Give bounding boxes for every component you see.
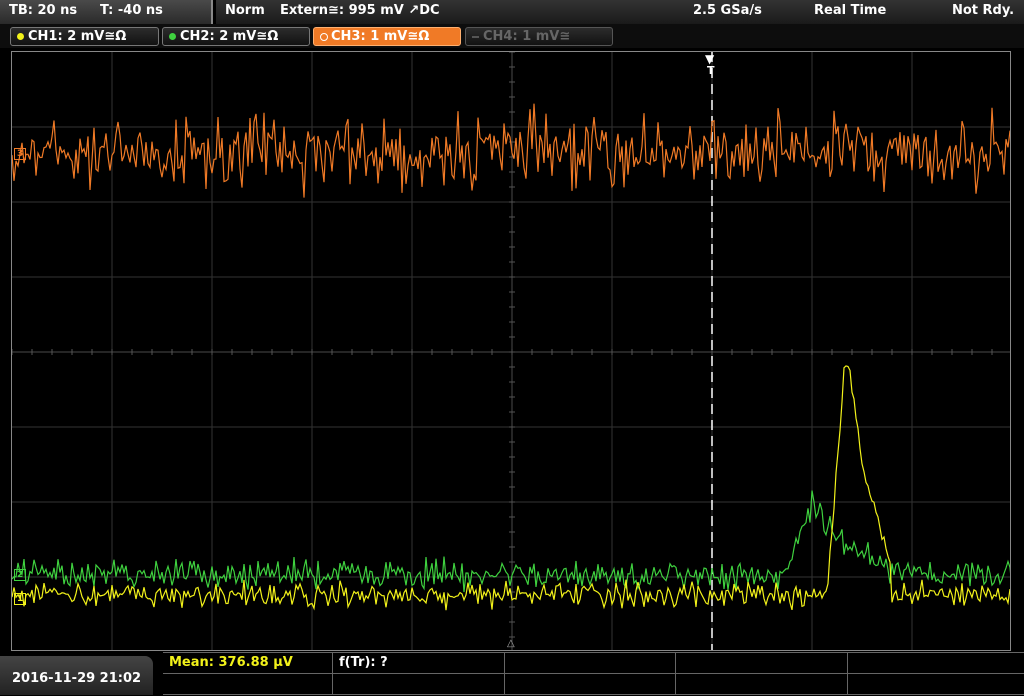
waveform-display[interactable]: ▼ T 3 2 1 △ — [11, 51, 1011, 651]
channel-4-label: CH4: 1 mV≅ — [483, 29, 571, 44]
date-time: 2016-11-29 21:02 — [12, 671, 142, 686]
trigger-marker-label: T — [707, 64, 715, 77]
waveform-canvas — [12, 52, 1010, 650]
channel-3-indicator-icon — [320, 33, 328, 41]
mean-measurement: Mean: 376.88 µV — [169, 655, 293, 670]
channel-1-offset-marker[interactable]: 1 — [14, 593, 27, 605]
sample-rate: 2.5 GSa/s — [693, 3, 762, 18]
channel-1-button[interactable]: CH1: 2 mV≅Ω — [10, 27, 159, 46]
trigger-mode: Norm — [225, 3, 265, 18]
measurement-cell-ftr[interactable]: f(Tr): ? — [333, 653, 505, 674]
channel-1-indicator-icon — [17, 33, 24, 40]
channel-2-offset-marker[interactable]: 2 — [14, 569, 27, 581]
trigger-time-label: T: -40 ns — [100, 3, 163, 18]
channel-2-indicator-icon — [169, 33, 176, 40]
measurement-cell-mean[interactable]: Mean: 376.88 µV — [163, 653, 333, 674]
measurement-cell-5[interactable] — [848, 653, 1024, 674]
date-time-box: 2016-11-29 21:02 — [0, 656, 153, 695]
graticule — [12, 52, 1010, 650]
channel-2-button[interactable]: CH2: 2 mV≅Ω — [162, 27, 310, 46]
channel-3-label: CH3: 1 mV≅Ω — [331, 29, 430, 44]
acquisition-mode: Real Time — [814, 3, 887, 18]
measurement-cell-9[interactable] — [676, 674, 848, 695]
time-reference-marker-icon: △ — [507, 638, 515, 649]
measurement-cell-7[interactable] — [333, 674, 505, 695]
trigger-status-bar[interactable]: Norm Extern≅: 995 mV ↗DC 2.5 GSa/s Real … — [216, 0, 1024, 24]
timebase-box[interactable]: TB: 20 ns T: -40 ns — [0, 0, 213, 24]
timebase-label: TB: 20 ns — [9, 3, 78, 18]
channel-1-label: CH1: 2 mV≅Ω — [28, 29, 127, 44]
top-status-bar: TB: 20 ns T: -40 ns Norm Extern≅: 995 mV… — [0, 0, 1024, 24]
measurement-panel[interactable]: Mean: 376.88 µV f(Tr): ? — [163, 652, 1024, 696]
measurement-cell-4[interactable] — [676, 653, 848, 674]
channel-3-button[interactable]: CH3: 1 mV≅Ω — [313, 27, 461, 46]
bottom-bar: 2016-11-29 21:02 Mean: 376.88 µV f(Tr): … — [0, 652, 1024, 695]
measurement-cell-3[interactable] — [505, 653, 676, 674]
channel-bar: CH1: 2 mV≅Ω CH2: 2 mV≅Ω CH3: 1 mV≅Ω CH4:… — [0, 24, 1024, 48]
measurement-cell-10[interactable] — [848, 674, 1024, 695]
ftr-measurement: f(Tr): ? — [339, 655, 388, 670]
channel-4-indicator-icon — [472, 36, 479, 38]
channel-3-offset-marker[interactable]: 3 — [14, 148, 27, 160]
run-status: Not Rdy. — [952, 3, 1015, 18]
channel-2-label: CH2: 2 mV≅Ω — [180, 29, 279, 44]
measurement-cell-8[interactable] — [505, 674, 676, 695]
channel-4-button[interactable]: CH4: 1 mV≅ — [465, 27, 613, 46]
trigger-source: Extern≅: 995 mV ↗DC — [280, 3, 440, 18]
measurement-cell-6[interactable] — [163, 674, 333, 695]
